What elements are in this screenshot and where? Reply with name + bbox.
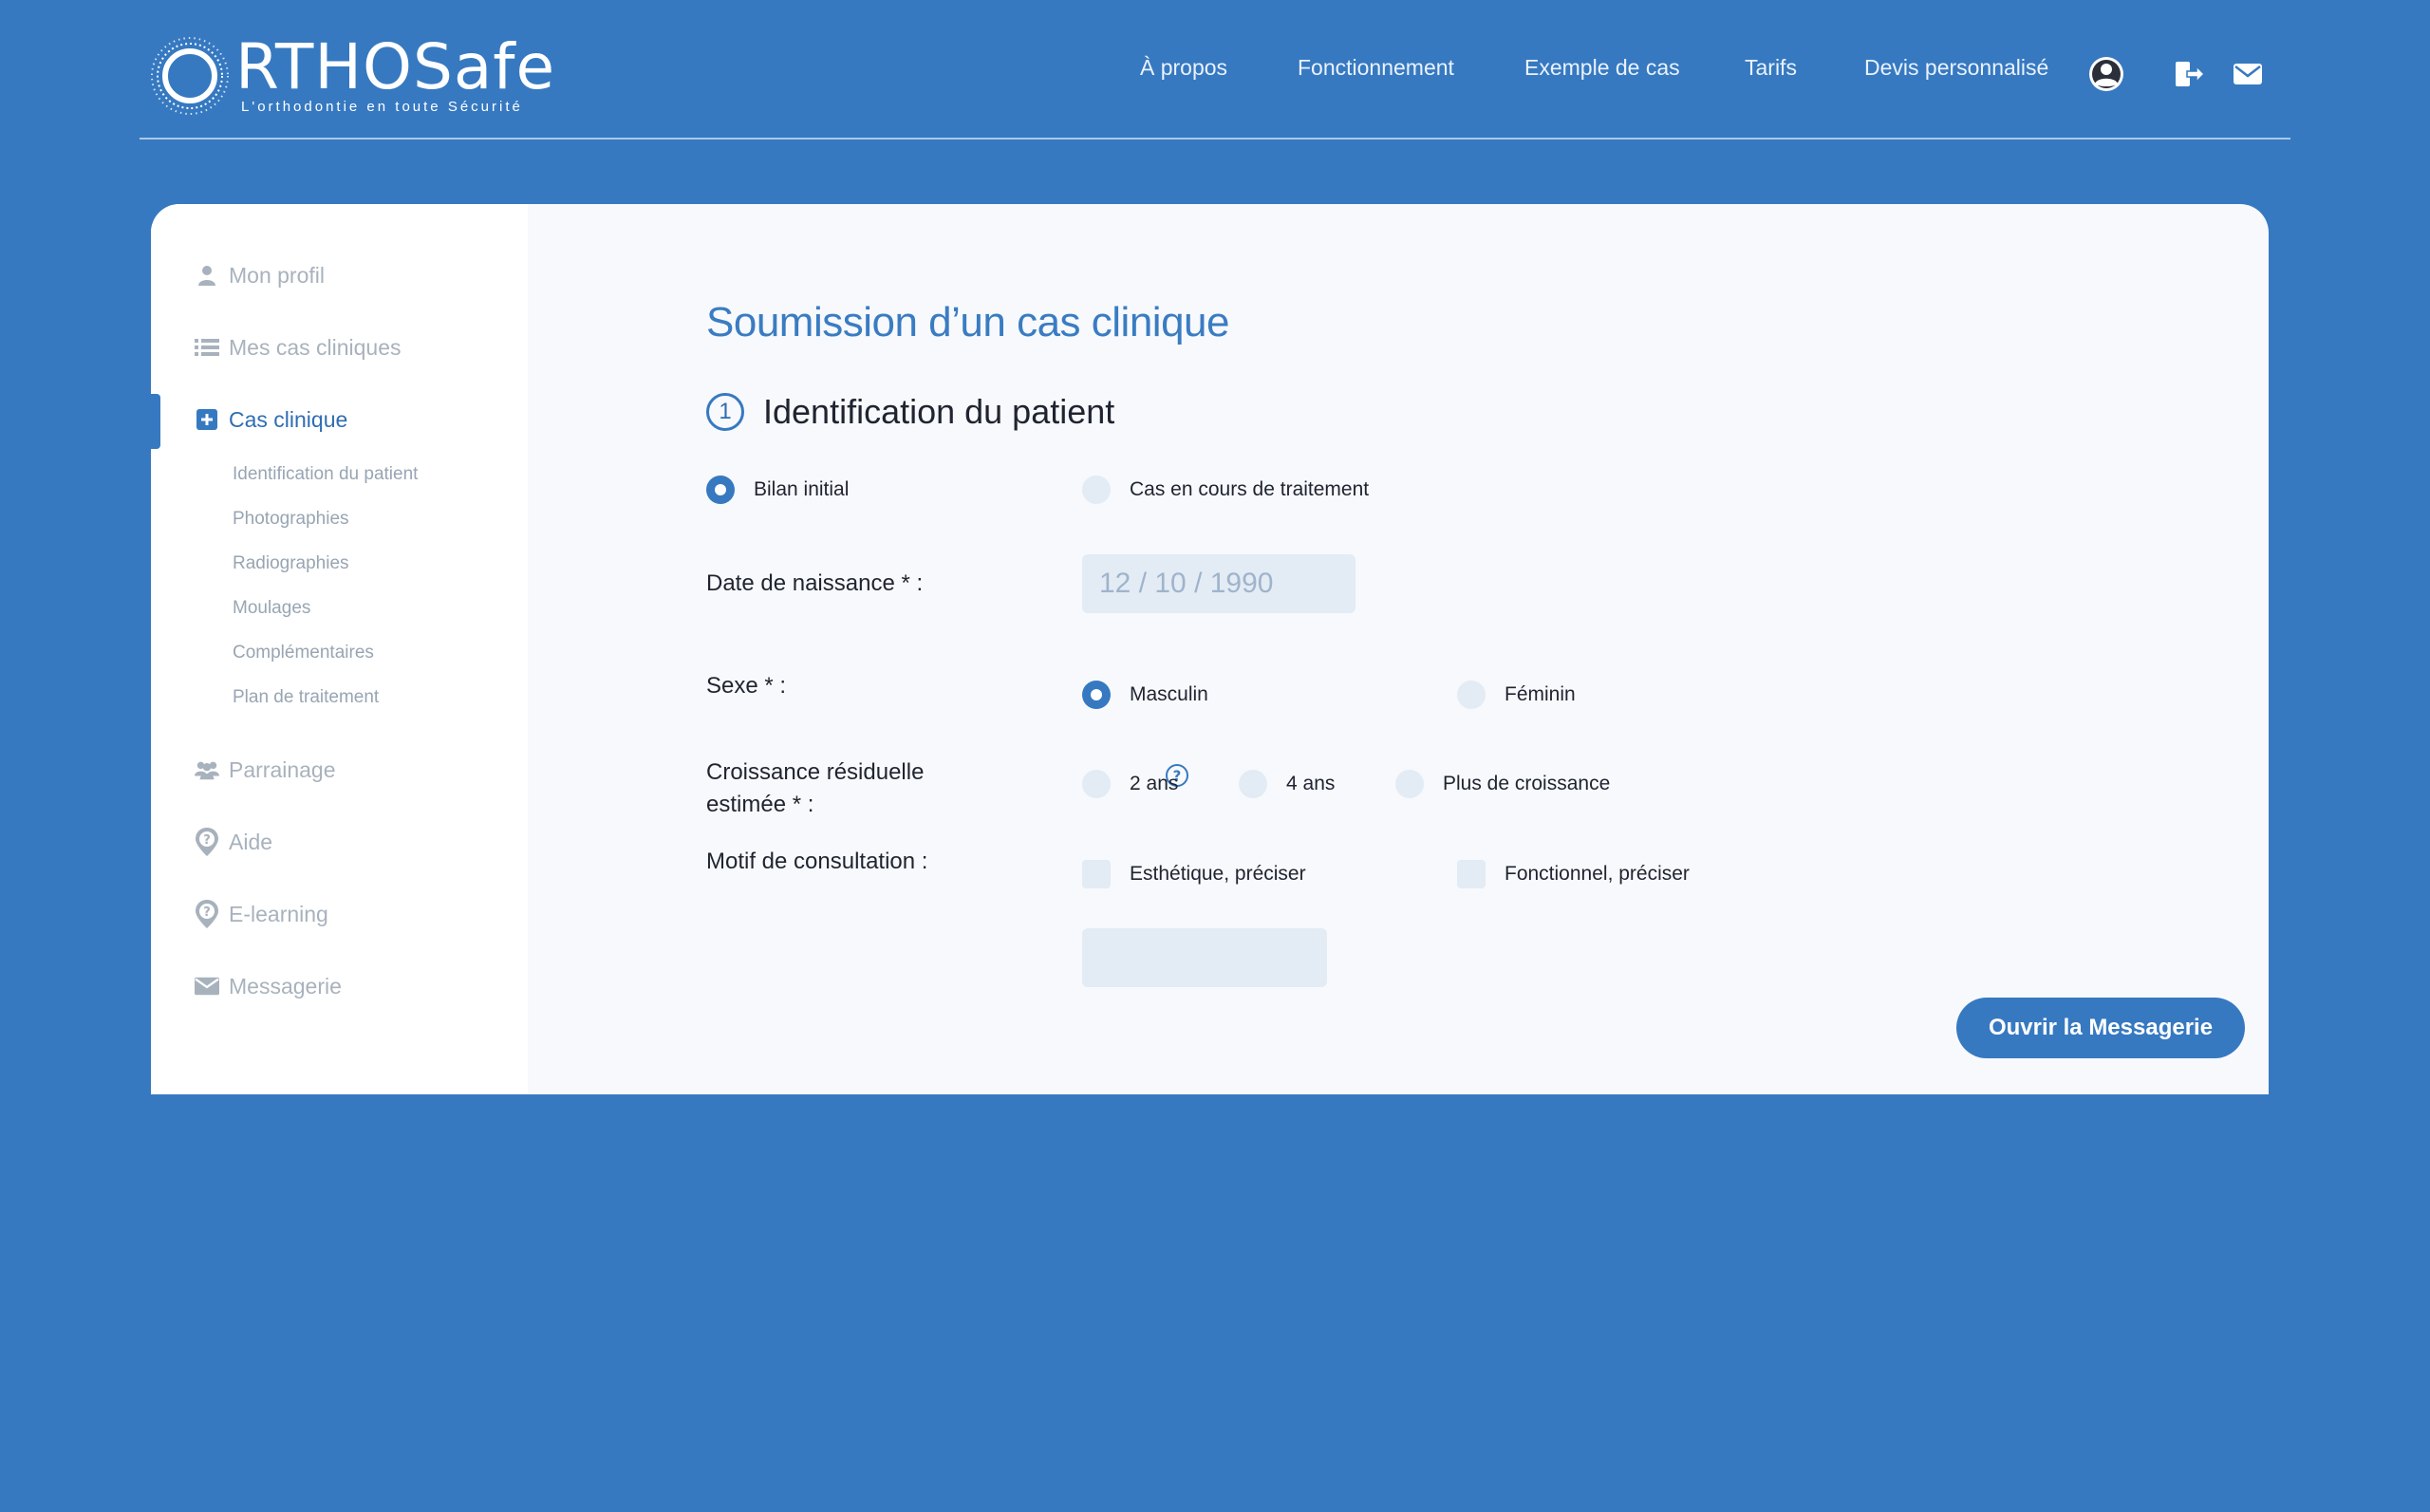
nav-fonctionnement[interactable]: Fonctionnement bbox=[1298, 55, 1454, 81]
help-pin-icon: ? bbox=[195, 828, 219, 856]
sidebar-item-cas-clinique[interactable]: Cas clinique bbox=[195, 401, 347, 439]
user-account-icon[interactable] bbox=[2087, 55, 2125, 93]
logo-ring-icon bbox=[151, 37, 229, 115]
user-icon bbox=[195, 263, 219, 288]
dob-label: Date de naissance * : bbox=[706, 570, 924, 596]
nav-a-propos[interactable]: À propos bbox=[1140, 55, 1227, 81]
content-card: Mon profil Mes cas cliniques Cas cliniqu… bbox=[151, 204, 2269, 1094]
radio-cas-en-cours[interactable]: Cas en cours de traitement bbox=[1082, 476, 1369, 504]
radio-dot[interactable] bbox=[1395, 770, 1424, 798]
plus-square-icon bbox=[195, 407, 219, 432]
radio-4-ans[interactable]: 4 ans bbox=[1239, 770, 1335, 798]
radio-dot[interactable] bbox=[1082, 681, 1111, 709]
radio-dot[interactable] bbox=[1239, 770, 1267, 798]
sub-item-radiographies[interactable]: Radiographies bbox=[233, 553, 349, 574]
sidebar-item-e-learning[interactable]: ? E-learning bbox=[195, 895, 328, 933]
radio-masculin[interactable]: Masculin bbox=[1082, 681, 1208, 709]
sub-item-moulages[interactable]: Moulages bbox=[233, 598, 310, 619]
orthosafe-logo[interactable]: RTHOSafe L'orthodontie en toute Sécurité bbox=[148, 30, 554, 121]
sub-item-complementaires[interactable]: Complémentaires bbox=[233, 643, 374, 663]
sub-item-photographies[interactable]: Photographies bbox=[233, 509, 349, 530]
nav-exemple-de-cas[interactable]: Exemple de cas bbox=[1524, 55, 1680, 81]
motif-label: Motif de consultation : bbox=[706, 849, 928, 874]
motif-detail-input[interactable] bbox=[1082, 928, 1327, 987]
sidebar-item-aide[interactable]: ? Aide bbox=[195, 823, 272, 861]
sidebar-item-parrainage[interactable]: Parrainage bbox=[195, 751, 336, 789]
sexe-label: Sexe * : bbox=[706, 673, 787, 699]
main-content: Soumission d’un cas clinique 1 Identific… bbox=[528, 204, 2269, 1094]
radio-dot[interactable] bbox=[1082, 476, 1111, 504]
radio-dot[interactable] bbox=[1457, 681, 1486, 709]
list-icon bbox=[195, 335, 219, 360]
nav-devis-personnalise[interactable]: Devis personnalisé bbox=[1864, 55, 2048, 81]
svg-text:?: ? bbox=[203, 833, 211, 848]
radio-plus-de-croissance[interactable]: Plus de croissance bbox=[1395, 770, 1610, 798]
sidebar-item-mon-profil[interactable]: Mon profil bbox=[195, 256, 325, 294]
site-header: RTHOSafe L'orthodontie en toute Sécurité… bbox=[0, 0, 2430, 140]
sidebar: Mon profil Mes cas cliniques Cas cliniqu… bbox=[151, 204, 528, 1094]
header-divider bbox=[140, 138, 2290, 140]
sidebar-item-mes-cas-cliniques[interactable]: Mes cas cliniques bbox=[195, 328, 402, 366]
open-messagerie-button[interactable]: Ouvrir la Messagerie bbox=[1956, 998, 2245, 1058]
radio-feminin[interactable]: Féminin bbox=[1457, 681, 1576, 709]
logo-wordmark: RTHOSafe bbox=[235, 30, 556, 103]
mail-icon bbox=[195, 974, 219, 999]
step-number-badge: 1 bbox=[706, 393, 744, 431]
logout-icon[interactable] bbox=[2174, 59, 2206, 89]
group-icon bbox=[195, 757, 219, 782]
croissance-label: Croissance résiduelle estimée * : bbox=[706, 759, 925, 817]
step-header: 1 Identification du patient bbox=[706, 392, 1114, 432]
dob-input[interactable] bbox=[1082, 554, 1355, 613]
checkbox-box[interactable] bbox=[1082, 860, 1111, 888]
help-pin-icon: ? bbox=[195, 900, 219, 928]
sub-item-plan-de-traitement[interactable]: Plan de traitement bbox=[233, 687, 379, 708]
checkbox-esthetique[interactable]: Esthétique, préciser bbox=[1082, 860, 1306, 888]
checkbox-fonctionnel[interactable]: Fonctionnel, préciser bbox=[1457, 860, 1690, 888]
svg-text:?: ? bbox=[203, 905, 211, 920]
mail-icon[interactable] bbox=[2233, 63, 2263, 85]
nav-tarifs[interactable]: Tarifs bbox=[1745, 55, 1797, 81]
logo-tagline: L'orthodontie en toute Sécurité bbox=[241, 99, 523, 115]
radio-bilan-initial[interactable]: Bilan initial bbox=[706, 476, 849, 504]
radio-dot[interactable] bbox=[706, 476, 735, 504]
step-title: Identification du patient bbox=[763, 392, 1115, 431]
radio-2-ans[interactable]: 2 ans bbox=[1082, 770, 1178, 798]
checkbox-box[interactable] bbox=[1457, 860, 1486, 888]
active-indicator bbox=[151, 394, 160, 449]
sub-item-identification[interactable]: Identification du patient bbox=[233, 464, 418, 485]
page-title: Soumission d’un cas clinique bbox=[706, 299, 1229, 345]
sidebar-item-messagerie[interactable]: Messagerie bbox=[195, 967, 342, 1005]
radio-dot[interactable] bbox=[1082, 770, 1111, 798]
